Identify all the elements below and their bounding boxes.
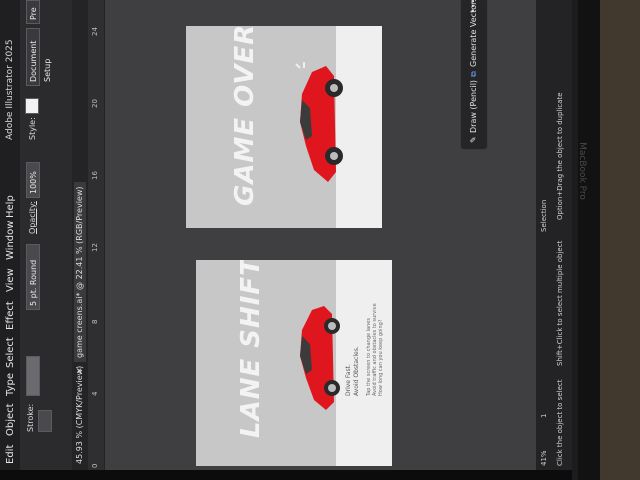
- opacity-field[interactable]: 100%: [26, 162, 40, 198]
- pencil-icon[interactable]: ✎: [469, 136, 478, 143]
- graphic-style-swatch[interactable]: [25, 98, 39, 114]
- menu-object[interactable]: Object: [5, 403, 16, 436]
- stroke-label: Stroke:: [26, 403, 35, 432]
- opacity-label[interactable]: Opacity:: [28, 201, 37, 234]
- menu-effect[interactable]: Effect: [5, 301, 16, 330]
- crashed-red-car: [295, 62, 343, 182]
- document-setup-button[interactable]: Document Setup: [26, 28, 52, 86]
- menu-view[interactable]: View: [5, 268, 16, 292]
- lane-shift-title: LANE SHIFT: [236, 260, 266, 438]
- ruler-tick: 12: [91, 243, 99, 252]
- preferences-button[interactable]: Pre: [26, 0, 40, 24]
- ruler-tick: 0: [91, 463, 99, 468]
- menu-window[interactable]: Window: [5, 221, 16, 260]
- brand-text: MacBook Pro: [576, 142, 587, 200]
- ruler-tick: 8: [91, 319, 99, 324]
- zoom-level[interactable]: 41%: [540, 450, 548, 466]
- illustrator-window: Edit Object Type Select Effect View Wind…: [0, 0, 572, 470]
- status-hint-duplicate: Option+Drag the object to duplicate: [556, 92, 564, 220]
- generate-vectors-icon[interactable]: ⧉: [469, 71, 479, 77]
- close-tab-icon[interactable]: ✕: [74, 366, 86, 374]
- document-tab-bar: 45.93 % (CMYK/Preview) ✕ game creens.ai*…: [72, 0, 88, 470]
- game-over-title: GAME OVER: [230, 26, 260, 206]
- menu-help[interactable]: Help: [5, 195, 16, 218]
- stroke-weight-field[interactable]: [38, 410, 52, 432]
- tab-game-screens[interactable]: game creens.ai* @ 22.41 % (RGB/Preview): [74, 182, 86, 362]
- status-hint-multi-select: Shift+Click to select multiple object: [556, 240, 564, 366]
- artboard-number[interactable]: 1: [540, 414, 548, 418]
- app-title: Adobe Illustrator 2025: [5, 39, 15, 140]
- horizontal-ruler[interactable]: 0 4 8 12 16 20 24: [88, 0, 105, 470]
- contextual-task-bar: ✎ Draw (Pencil) ⧉ Generate Vectors •••: [460, 0, 488, 150]
- control-bar: Stroke: 5 pt. Round Opacity: 100% Style:…: [20, 0, 72, 470]
- status-bar: 41% 1 Click the object to select Shift+C…: [536, 0, 572, 470]
- style-label: Style:: [28, 117, 37, 140]
- menu-edit[interactable]: Edit: [5, 445, 16, 464]
- draw-pencil-button[interactable]: Draw (Pencil): [469, 80, 478, 133]
- ruler-tick: 24: [91, 27, 99, 36]
- current-tool: Selection: [540, 199, 548, 232]
- red-sports-car: [300, 306, 340, 410]
- menu-select[interactable]: Select: [5, 337, 16, 368]
- ruler-tick: 20: [91, 99, 99, 108]
- tagline-avoid-obstacles: Avoid Obstacles.: [353, 346, 360, 396]
- tab-cmyk-document[interactable]: 45.93 % (CMYK/Preview): [74, 362, 86, 468]
- more-options-icon[interactable]: •••: [469, 0, 478, 13]
- ruler-tick: 4: [91, 391, 99, 396]
- status-hint-select: Click the object to select: [556, 379, 564, 466]
- menu-type[interactable]: Type: [5, 373, 16, 396]
- laptop-brand-label: MacBook Pro: [576, 130, 598, 220]
- menu-bar: Edit Object Type Select Effect View Wind…: [0, 0, 20, 470]
- instruction-line: How long can you keep going?: [378, 319, 384, 396]
- artboard-game-over[interactable]: GAME OVER: [186, 26, 382, 228]
- bezel-edge: [572, 0, 578, 480]
- artboard-lane-shift[interactable]: LANE SHIFT Drive Fast. Avoid Obstacles. …: [196, 260, 392, 466]
- ruler-tick: 16: [91, 171, 99, 180]
- brush-definition-dropdown[interactable]: 5 pt. Round: [26, 244, 40, 310]
- tagline-drive-fast: Drive Fast.: [345, 364, 352, 396]
- variable-width-profile[interactable]: [26, 356, 40, 396]
- desk-edge: [600, 0, 640, 480]
